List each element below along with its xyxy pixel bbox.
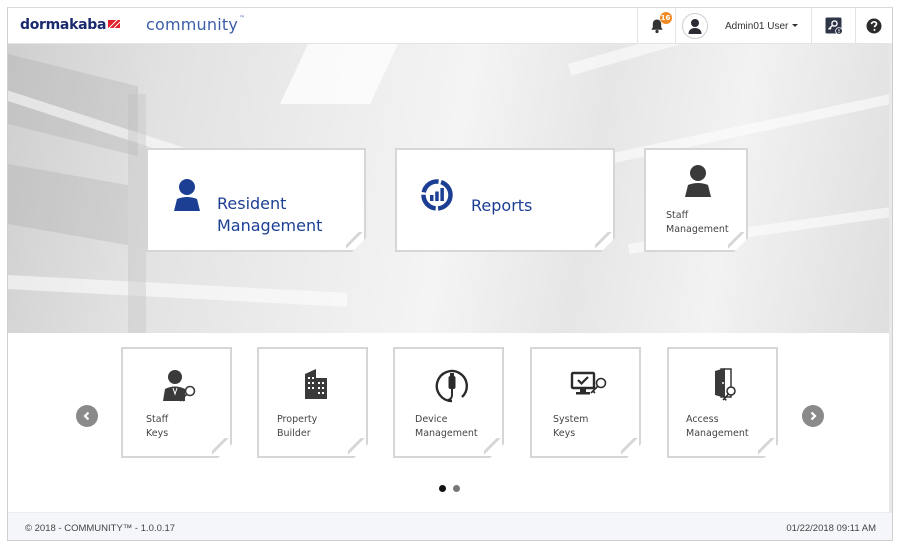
building-icon [303, 368, 329, 400]
brand-mark-icon [108, 20, 121, 28]
tile-label-line2: Management [666, 224, 729, 235]
person-icon [683, 164, 713, 198]
trademark: ™ [239, 15, 246, 22]
tile-label: Device Management [415, 413, 478, 441]
copyright-text: © 2018 - COMMUNITY™ - 1.0.0.17 [25, 523, 176, 534]
hero-skylight [280, 44, 398, 104]
person-icon [172, 178, 202, 212]
tile-label-line1: Staff [666, 210, 689, 221]
current-datetime: 01/22/2018 09:11 AM [786, 523, 876, 534]
hero-banner: Resident Management Reports Staff Manage… [8, 44, 892, 333]
user-menu[interactable]: Admin01 User [675, 8, 811, 44]
carousel-page-dot-2[interactable] [453, 485, 460, 492]
chevron-left-icon [83, 411, 90, 421]
hero-architecture-shade [8, 164, 128, 246]
tile-label: Reports [471, 195, 532, 217]
product-name: community™ [146, 15, 245, 34]
carousel-page-dot-1-active[interactable] [439, 485, 446, 492]
tile-label: Staff Keys [146, 413, 168, 441]
tile-label-line1: Staff [146, 414, 169, 425]
tile-label-line1: Device [415, 414, 448, 425]
tile-label-line2: Management [686, 428, 749, 439]
reports-chart-icon [420, 178, 454, 212]
tile-device-management[interactable]: Device Management [393, 347, 504, 458]
tile-label-line1: Resident [217, 194, 287, 213]
usb-device-icon [435, 369, 469, 403]
hero-architecture-beam [568, 44, 892, 76]
user-name: Admin01 User [725, 20, 799, 32]
user-avatar-icon [682, 13, 708, 39]
help-button[interactable] [855, 8, 892, 44]
door-key-icon [711, 367, 741, 403]
top-header: dormakaba community™ 16 Admin01 User [8, 8, 892, 44]
tile-label-line1: Access [686, 414, 719, 425]
tile-label: Staff Management [666, 209, 729, 237]
brand-logo[interactable]: dormakaba [20, 17, 121, 33]
tile-corner-fold [212, 438, 232, 458]
tile-label: Resident Management [217, 193, 322, 237]
tile-corner-fold [484, 438, 504, 458]
question-circle-icon [866, 18, 882, 34]
tile-label: System Keys [553, 413, 588, 441]
tile-label: Access Management [686, 413, 749, 441]
tile-staff-management[interactable]: Staff Management [644, 148, 748, 252]
tile-property-builder[interactable]: Property Builder [257, 347, 368, 458]
tile-corner-fold [348, 438, 368, 458]
carousel-next-button[interactable] [802, 405, 824, 427]
tile-label: Property Builder [277, 413, 317, 441]
tile-resident-management[interactable]: Resident Management [146, 148, 366, 252]
footer: © 2018 - COMMUNITY™ - 1.0.0.17 01/22/201… [8, 512, 892, 540]
tile-label-line2: Keys [146, 428, 169, 439]
tile-corner-fold [728, 232, 748, 252]
product-label: community [146, 15, 239, 34]
staff-key-icon [161, 369, 199, 405]
user-name-text: Admin01 User [725, 20, 789, 32]
tile-label-line1: System [553, 414, 589, 425]
tile-system-keys[interactable]: System Keys [530, 347, 641, 458]
tile-label-line2: Builder [277, 428, 311, 439]
tile-corner-fold [621, 438, 641, 458]
bell-icon: 16 [649, 12, 672, 34]
brand-name: dormakaba [20, 17, 107, 33]
chevron-right-icon [810, 411, 817, 421]
tile-label-line1: Reports [471, 196, 533, 215]
hero-architecture-column [128, 94, 146, 333]
caret-down-icon [792, 23, 799, 27]
tile-corner-fold [346, 232, 366, 252]
tile-reports[interactable]: Reports [395, 148, 615, 252]
hero-architecture-beam [8, 274, 348, 307]
notifications-button[interactable]: 16 [637, 8, 675, 44]
tile-label-line2: Management [217, 216, 323, 235]
tile-corner-fold [758, 438, 778, 458]
notification-count-badge: 16 [659, 12, 672, 24]
key-info-button[interactable] [811, 8, 855, 44]
tile-label-line1: Property [277, 414, 318, 425]
scrollbar[interactable] [889, 44, 892, 512]
monitor-key-icon [570, 371, 608, 399]
tile-label-line2: Management [415, 428, 478, 439]
tile-staff-keys[interactable]: Staff Keys [121, 347, 232, 458]
tile-corner-fold [595, 232, 615, 252]
app-window: dormakaba community™ 16 Admin01 User Res… [7, 7, 893, 541]
tile-label-line2: Keys [553, 428, 576, 439]
carousel-prev-button[interactable] [76, 405, 98, 427]
tile-access-management[interactable]: Access Management [667, 347, 778, 458]
key-info-icon [825, 17, 843, 35]
